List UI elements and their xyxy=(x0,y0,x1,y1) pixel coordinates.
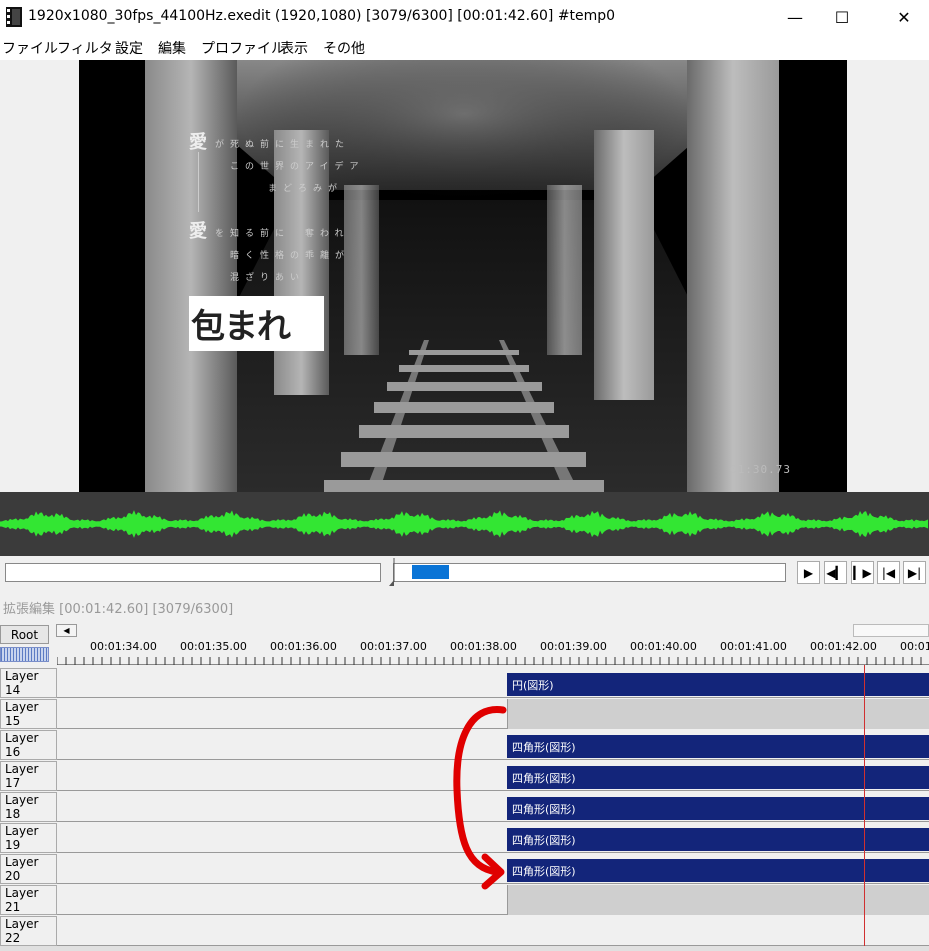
tick-label: 00:01:37.00 xyxy=(360,640,427,653)
tick-label: 00:01:35.00 xyxy=(180,640,247,653)
prev-frame-button[interactable]: ◀▎ xyxy=(824,561,847,584)
audio-waveform[interactable] xyxy=(0,492,929,556)
lyric-highlight-box: 包まれ xyxy=(189,296,324,351)
timeline-hscroll[interactable] xyxy=(77,624,929,637)
lyric-highlight-text: 包まれ xyxy=(191,307,291,347)
scroll-thumb[interactable] xyxy=(853,624,929,637)
layer-header[interactable]: Layer 14 xyxy=(0,668,57,698)
lyric-glyph-2: 愛 xyxy=(189,221,207,242)
tick-label: 00:01:39.00 xyxy=(540,640,607,653)
to-end-button[interactable]: ▶| xyxy=(903,561,926,584)
lyric-glyph-1: 愛 xyxy=(189,132,207,153)
tick-label: 00:01:42.00 xyxy=(810,640,877,653)
lyric-line-2: この世界のアイデア xyxy=(230,162,365,172)
empty-clip-region[interactable] xyxy=(507,699,929,729)
empty-clip-region[interactable] xyxy=(507,885,929,915)
scroll-left-icon[interactable]: ◀ xyxy=(56,624,77,637)
timeline-clip[interactable]: 四角形(図形) xyxy=(507,766,929,789)
video-preview[interactable] xyxy=(79,60,847,492)
menu-profile[interactable]: プロファイル xyxy=(201,38,285,58)
tick-label: 00:01:38.00 xyxy=(450,640,517,653)
lyric-line-6: 混ざりあい xyxy=(230,273,306,283)
seek-thumb[interactable] xyxy=(412,565,449,579)
menu-view[interactable]: 表示 xyxy=(280,38,308,58)
playhead[interactable] xyxy=(864,665,865,951)
tick-label: 00:01:41.00 xyxy=(720,640,787,653)
lyric-line-4: を知る前に 奪われ xyxy=(215,229,350,239)
layer-header[interactable]: Layer 20 xyxy=(0,854,57,884)
bottom-edge xyxy=(0,946,929,951)
film-icon xyxy=(6,7,22,27)
layer-header[interactable]: Layer 21 xyxy=(0,885,57,915)
timeline-clip[interactable]: 四角形(図形) xyxy=(507,828,929,851)
tick-label: 00:01:4 xyxy=(900,640,929,653)
play-button[interactable]: ▶ xyxy=(797,561,820,584)
close-button[interactable]: ✕ xyxy=(881,0,927,34)
seek-track-left[interactable] xyxy=(5,563,381,582)
to-start-button[interactable]: |◀ xyxy=(877,561,900,584)
layer-header[interactable]: Layer 18 xyxy=(0,792,57,822)
menu-filter[interactable]: フィルタ xyxy=(57,38,113,58)
layer-header[interactable]: Layer 17 xyxy=(0,761,57,791)
timeline-clip[interactable]: 円(図形) xyxy=(507,673,929,696)
zoom-slider[interactable] xyxy=(0,647,49,662)
root-button[interactable]: Root xyxy=(0,625,49,644)
layer-header[interactable]: Layer 22 xyxy=(0,916,57,946)
tick-label: 00:01:36.00 xyxy=(270,640,337,653)
menu-file[interactable]: ファイル xyxy=(2,38,58,58)
seek-track[interactable] xyxy=(393,563,786,582)
lyric-line-1: が死ぬ前に生まれた xyxy=(215,140,351,150)
lyric-line-5: 暗く性格の乖離が xyxy=(230,251,351,261)
menu-edit[interactable]: 編集 xyxy=(158,38,186,58)
menu-other[interactable]: その他 xyxy=(323,38,365,58)
timeline-clip[interactable]: 四角形(図形) xyxy=(507,797,929,820)
lyric-line-3: まどろみが xyxy=(268,184,344,194)
layer-header[interactable]: Layer 15 xyxy=(0,699,57,729)
annotation-arrow-icon xyxy=(453,706,507,890)
timeline-header: 拡張編集 [00:01:42.60] [3079/6300] xyxy=(3,602,234,617)
layer-header[interactable]: Layer 19 xyxy=(0,823,57,853)
layer-header[interactable]: Layer 16 xyxy=(0,730,57,760)
minimize-button[interactable]: — xyxy=(772,0,818,34)
window-title: 1920x1080_30fps_44100Hz.exedit (1920,108… xyxy=(28,8,616,24)
video-timecode: 01:30.73 xyxy=(730,463,791,476)
layer-track[interactable] xyxy=(57,916,929,946)
timeline-clip[interactable]: 四角形(図形) xyxy=(507,859,929,882)
menu-settings[interactable]: 設定 xyxy=(115,38,143,58)
maximize-button[interactable]: ☐ xyxy=(819,0,865,34)
seek-marker-icon[interactable] xyxy=(388,558,396,586)
next-frame-button[interactable]: ▎▶ xyxy=(851,561,874,584)
tick-label: 00:01:40.00 xyxy=(630,640,697,653)
timeline-clip[interactable]: 四角形(図形) xyxy=(507,735,929,758)
lyric-divider xyxy=(198,152,199,212)
scene-image xyxy=(79,60,847,492)
tick-label: 00:01:34.00 xyxy=(90,640,157,653)
